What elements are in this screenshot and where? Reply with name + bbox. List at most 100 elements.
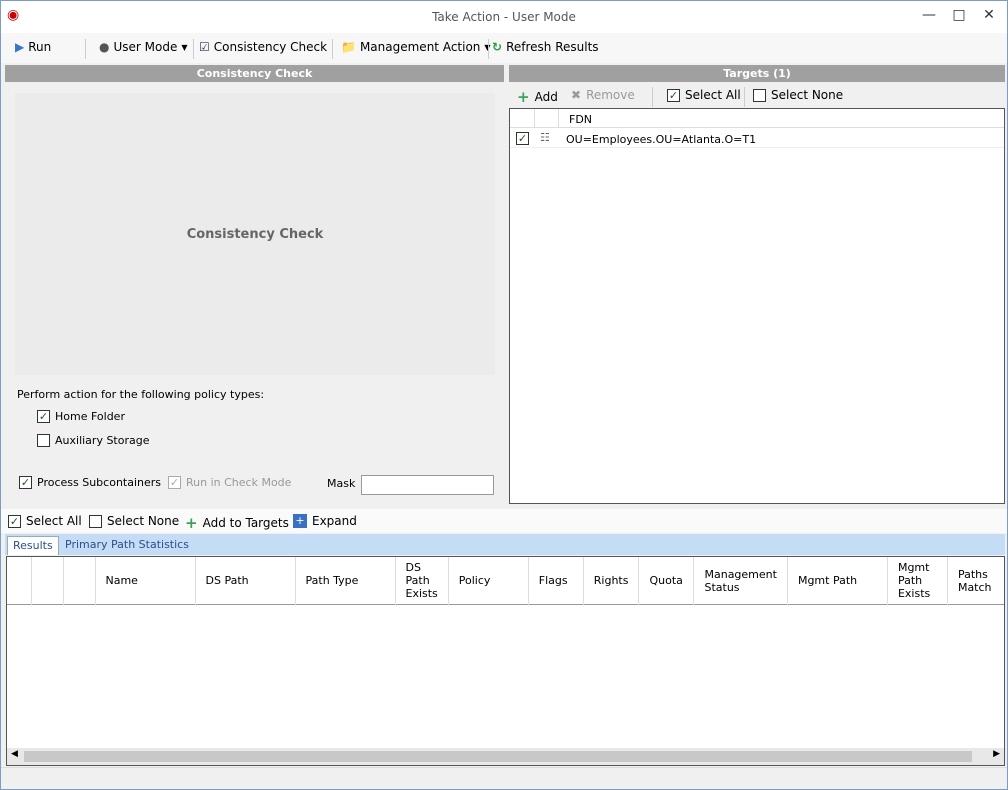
- select-all-label: Select All: [685, 88, 741, 102]
- results-toolbar: ✓ Select All Select None + Add to Targets …: [1, 509, 1007, 533]
- main-toolbar: ▶ Run ● User Mode ▼ ☑ Consistency Check 📁 Man…: [1, 33, 1007, 63]
- add-target-button[interactable]: + Add: [517, 88, 558, 106]
- plus-icon: +: [185, 514, 198, 532]
- status-bar: [1, 767, 1007, 789]
- consistency-check-label: Consistency Check: [213, 40, 328, 54]
- checkbox-checked[interactable]: ✓: [19, 476, 32, 489]
- plus-icon: +: [517, 88, 530, 106]
- divider: [85, 39, 86, 59]
- auxiliary-storage-label: Auxiliary Storage: [55, 434, 150, 447]
- select-all-label: Select All: [26, 514, 82, 528]
- grid-header: FDN: [510, 109, 1004, 128]
- checkbox-unchecked[interactable]: [89, 514, 102, 528]
- window-title: Take Action - User Mode: [432, 10, 576, 24]
- column-header[interactable]: Paths Match: [947, 557, 1004, 605]
- horizontal-scrollbar[interactable]: ◀ ▶: [7, 748, 1004, 765]
- column-header[interactable]: Name: [95, 557, 196, 605]
- policy-prompt: Perform action for the following policy …: [17, 388, 265, 401]
- remove-label: Remove: [586, 88, 635, 102]
- run-in-check-mode-checkbox[interactable]: ✓ Run in Check Mode: [168, 476, 291, 489]
- consistency-check-header: Consistency Check: [5, 65, 504, 82]
- checkbox-checked[interactable]: ✓: [8, 514, 21, 528]
- folder-gear-icon: 📁: [341, 40, 356, 54]
- title-bar: ◉ Take Action - User Mode — □ ✕: [1, 1, 1007, 33]
- column-header[interactable]: [7, 557, 32, 605]
- expand-icon: +: [293, 514, 307, 528]
- divider: [744, 87, 745, 107]
- tab-primary-path-statistics[interactable]: Primary Path Statistics: [65, 538, 189, 551]
- fdn-column-header[interactable]: FDN: [569, 113, 592, 126]
- checkbox-checked[interactable]: ✓: [37, 410, 50, 423]
- column-header[interactable]: Mgmt Path: [787, 557, 888, 605]
- consistency-check-button[interactable]: ☑ Consistency Check: [199, 40, 327, 54]
- targets-select-none[interactable]: Select None: [753, 88, 843, 102]
- add-to-targets-label: Add to Targets: [202, 516, 289, 530]
- column-header[interactable]: Rights: [583, 557, 640, 605]
- minimize-button[interactable]: —: [919, 7, 939, 27]
- divider: [488, 39, 489, 59]
- column-header[interactable]: Quota: [638, 557, 695, 605]
- home-folder-label: Home Folder: [55, 410, 125, 423]
- management-action-dropdown[interactable]: 📁Management Action▼: [341, 40, 491, 54]
- x-icon: ✖: [571, 88, 582, 102]
- checkbox-unchecked[interactable]: [37, 434, 50, 447]
- run-button[interactable]: ▶ Run: [15, 40, 51, 54]
- remove-target-button[interactable]: ✖ Remove: [571, 88, 635, 102]
- targets-grid: FDN ✓ ☷ OU=Employees.OU=Atlanta.O=T1: [509, 108, 1005, 504]
- expand-label: Expand: [312, 514, 357, 528]
- column-header[interactable]: Path Type: [295, 557, 396, 605]
- divider: [332, 39, 333, 59]
- column-header[interactable]: Flags: [528, 557, 584, 605]
- column-header[interactable]: DS Path: [195, 557, 296, 605]
- checkbox-checked-disabled[interactable]: ✓: [168, 476, 181, 489]
- maximize-button[interactable]: □: [949, 7, 969, 27]
- management-action-label: Management Action: [359, 40, 481, 54]
- column-header[interactable]: Policy: [448, 557, 529, 605]
- checkbox-unchecked[interactable]: [753, 88, 766, 102]
- results-select-none[interactable]: Select None: [89, 514, 179, 528]
- fdn-cell: OU=Employees.OU=Atlanta.O=T1: [566, 133, 757, 146]
- auxiliary-storage-checkbox[interactable]: Auxiliary Storage: [37, 434, 149, 447]
- tab-results[interactable]: Results: [7, 536, 59, 555]
- add-label: Add: [534, 90, 558, 104]
- add-to-targets-button[interactable]: + Add to Targets: [185, 514, 289, 532]
- run-label: Run: [28, 40, 52, 54]
- column-header[interactable]: [63, 557, 96, 605]
- mask-label: Mask: [327, 477, 356, 490]
- column-header[interactable]: DS Path Exists: [395, 557, 449, 605]
- refresh-icon: ↻: [492, 40, 503, 54]
- results-select-all[interactable]: ✓ Select All: [8, 514, 82, 528]
- targets-select-all[interactable]: ✓ Select All: [667, 88, 741, 102]
- select-none-label: Select None: [771, 88, 844, 102]
- results-header: Name DS Path Path Type DS Path Exists Policy…: [7, 557, 1004, 605]
- divider: [652, 87, 653, 107]
- row-checkbox[interactable]: ✓: [516, 132, 529, 145]
- play-icon: ▶: [15, 40, 25, 54]
- divider: [193, 39, 194, 59]
- user-mode-dropdown[interactable]: ● User Mode ▼: [99, 40, 188, 54]
- scrollbar-thumb[interactable]: [24, 751, 972, 762]
- chevron-down-icon: ▼: [181, 42, 188, 52]
- user-mode-label: User Mode: [113, 40, 178, 54]
- table-row[interactable]: ✓ ☷ OU=Employees.OU=Atlanta.O=T1: [510, 129, 1004, 148]
- refresh-results-button[interactable]: ↻ Refresh Results: [492, 40, 599, 54]
- results-tabs: Results Primary Path Statistics: [5, 534, 1005, 555]
- expand-button[interactable]: + Expand: [293, 514, 357, 528]
- user-icon: ●: [99, 40, 110, 54]
- column-header[interactable]: Mgmt Path Exists: [887, 557, 948, 605]
- process-subcontainers-label: Process Subcontainers: [37, 476, 162, 489]
- scroll-left-icon[interactable]: ◀: [11, 749, 18, 759]
- scroll-right-icon[interactable]: ▶: [993, 749, 1000, 759]
- consistency-check-preview: Consistency Check: [15, 93, 495, 375]
- home-folder-checkbox[interactable]: ✓ Home Folder: [37, 410, 125, 423]
- process-subcontainers-checkbox[interactable]: ✓ Process Subcontainers: [19, 476, 161, 489]
- mask-input[interactable]: [361, 475, 494, 495]
- checklist-icon: ☑: [199, 40, 210, 54]
- results-grid: Name DS Path Path Type DS Path Exists Policy…: [6, 556, 1005, 766]
- column-header[interactable]: Management Status: [693, 557, 788, 605]
- select-none-label: Select None: [107, 514, 180, 528]
- close-button[interactable]: ✕: [979, 7, 999, 27]
- column-header[interactable]: [31, 557, 64, 605]
- checkbox-checked[interactable]: ✓: [667, 88, 680, 102]
- targets-header: Targets (1): [509, 65, 1005, 82]
